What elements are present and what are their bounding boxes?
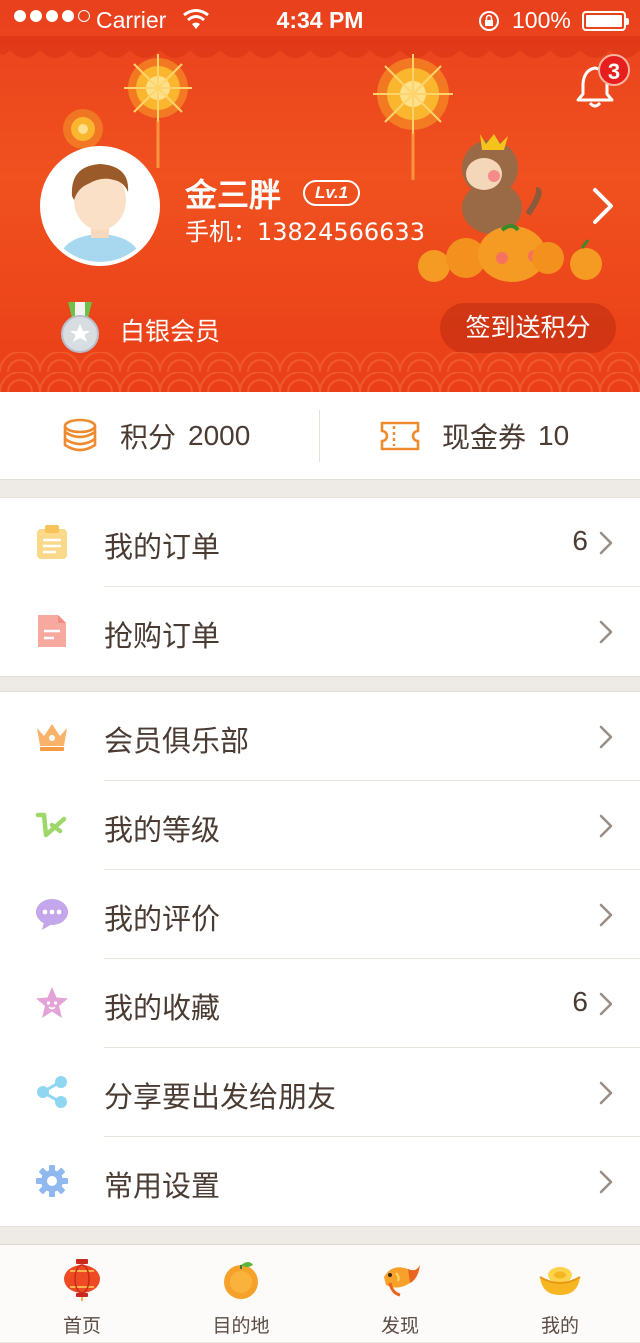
scallop-decoration	[0, 36, 640, 58]
wave-pattern-decoration	[0, 352, 640, 392]
menu-row-member-club[interactable]: 会员俱乐部	[0, 692, 640, 781]
menu-row-label: 会员俱乐部	[104, 724, 250, 758]
stats-bar: 积分 2000 现金券 10	[0, 392, 640, 480]
menu-row-label: 常用设置	[104, 1169, 221, 1203]
points-stat[interactable]: 积分 2000	[62, 392, 250, 480]
clipboard-icon	[37, 525, 67, 559]
bottom-tab-bar: 首页 目的地 发现 我的	[0, 1244, 640, 1342]
orders-group: 我的订单 6 抢购订单	[0, 497, 640, 677]
orange-icon	[224, 1262, 258, 1299]
ticket-icon	[380, 421, 420, 451]
profile-chevron-icon[interactable]	[590, 186, 616, 226]
order-count: 6	[572, 525, 588, 556]
chevron-right-icon	[599, 1081, 613, 1105]
chevron-right-icon	[599, 620, 613, 644]
menu-row-label: 分享要出发给朋友	[104, 1080, 337, 1114]
menu-row-label: 我的等级	[104, 813, 221, 847]
menu-row-label: 我的评价	[104, 902, 221, 936]
menu-row-share[interactable]: 分享要出发给朋友	[0, 1048, 640, 1137]
coupons-label: 现金券	[442, 421, 527, 454]
chevron-right-icon	[599, 1170, 613, 1194]
checkin-button[interactable]: 签到送积分	[440, 303, 616, 353]
tab-label: 发现	[380, 1315, 419, 1337]
tab-discover[interactable]: 发现	[320, 1245, 480, 1343]
silver-medal-icon	[61, 302, 99, 353]
star-icon	[36, 987, 68, 1018]
koi-fish-icon	[384, 1265, 420, 1297]
menu-row-my-level[interactable]: 我的等级	[0, 781, 640, 870]
user-name: 金三胖	[185, 176, 282, 214]
battery-icon	[582, 11, 629, 31]
coins-icon	[63, 418, 97, 452]
menu-row-my-orders[interactable]: 我的订单 6	[0, 498, 640, 587]
tab-home[interactable]: 首页	[2, 1245, 162, 1343]
coupons-value: 10	[538, 420, 570, 451]
notification-badge: 3	[598, 54, 630, 86]
points-label: 积分	[120, 421, 177, 454]
firework-decoration	[124, 54, 192, 168]
tab-label: 目的地	[212, 1315, 270, 1337]
tab-label: 首页	[62, 1315, 101, 1337]
tab-destination[interactable]: 目的地	[161, 1245, 321, 1343]
menu-group: 会员俱乐部 我的等级 我的评价 我的收藏 6 分享要出发给朋友 常用设置	[0, 691, 640, 1227]
points-value: 2000	[188, 420, 251, 451]
user-avatar-illustration	[44, 150, 156, 262]
level-badge: Lv.1	[303, 180, 361, 206]
profile-header: Carrier 4:34 PM 100% 3 金三胖 Lv.1 手机：13824…	[0, 0, 640, 392]
stats-divider	[319, 410, 320, 462]
menu-row-label: 我的订单	[104, 530, 221, 564]
chevron-right-icon	[599, 992, 613, 1016]
chevron-right-icon	[599, 725, 613, 749]
tab-label: 我的	[540, 1315, 579, 1337]
coupons-stat[interactable]: 现金券 10	[380, 392, 569, 480]
menu-row-my-reviews[interactable]: 我的评价	[0, 870, 640, 959]
monkey-mascot-illustration	[418, 134, 602, 282]
chevron-right-icon	[599, 531, 613, 555]
menu-row-label: 我的收藏	[104, 991, 221, 1025]
menu-row-settings[interactable]: 常用设置	[0, 1137, 640, 1226]
chat-bubble-icon	[36, 899, 68, 930]
status-bar: Carrier 4:34 PM 100%	[0, 0, 640, 40]
lantern-icon	[64, 1259, 100, 1301]
menu-row-label: 抢购订单	[104, 619, 221, 653]
share-icon	[37, 1076, 67, 1108]
gear-icon	[36, 1165, 68, 1197]
tab-me[interactable]: 我的	[480, 1245, 640, 1343]
menu-row-my-favorites[interactable]: 我的收藏 6	[0, 959, 640, 1048]
battery-percentage: 100%	[512, 7, 571, 33]
crown-icon	[37, 724, 67, 751]
member-level-label: 白银会员	[120, 317, 221, 346]
menu-row-flash-orders[interactable]: 抢购订单	[0, 587, 640, 676]
gold-ingot-icon	[539, 1267, 581, 1295]
favorites-count: 6	[572, 986, 588, 1017]
phone-number: 手机：13824566633	[185, 218, 425, 246]
chevron-right-icon	[599, 814, 613, 838]
avatar[interactable]	[40, 146, 160, 266]
level-icon	[35, 812, 67, 838]
orientation-lock-icon	[479, 11, 499, 31]
document-icon	[38, 615, 66, 647]
chevron-right-icon	[599, 903, 613, 927]
